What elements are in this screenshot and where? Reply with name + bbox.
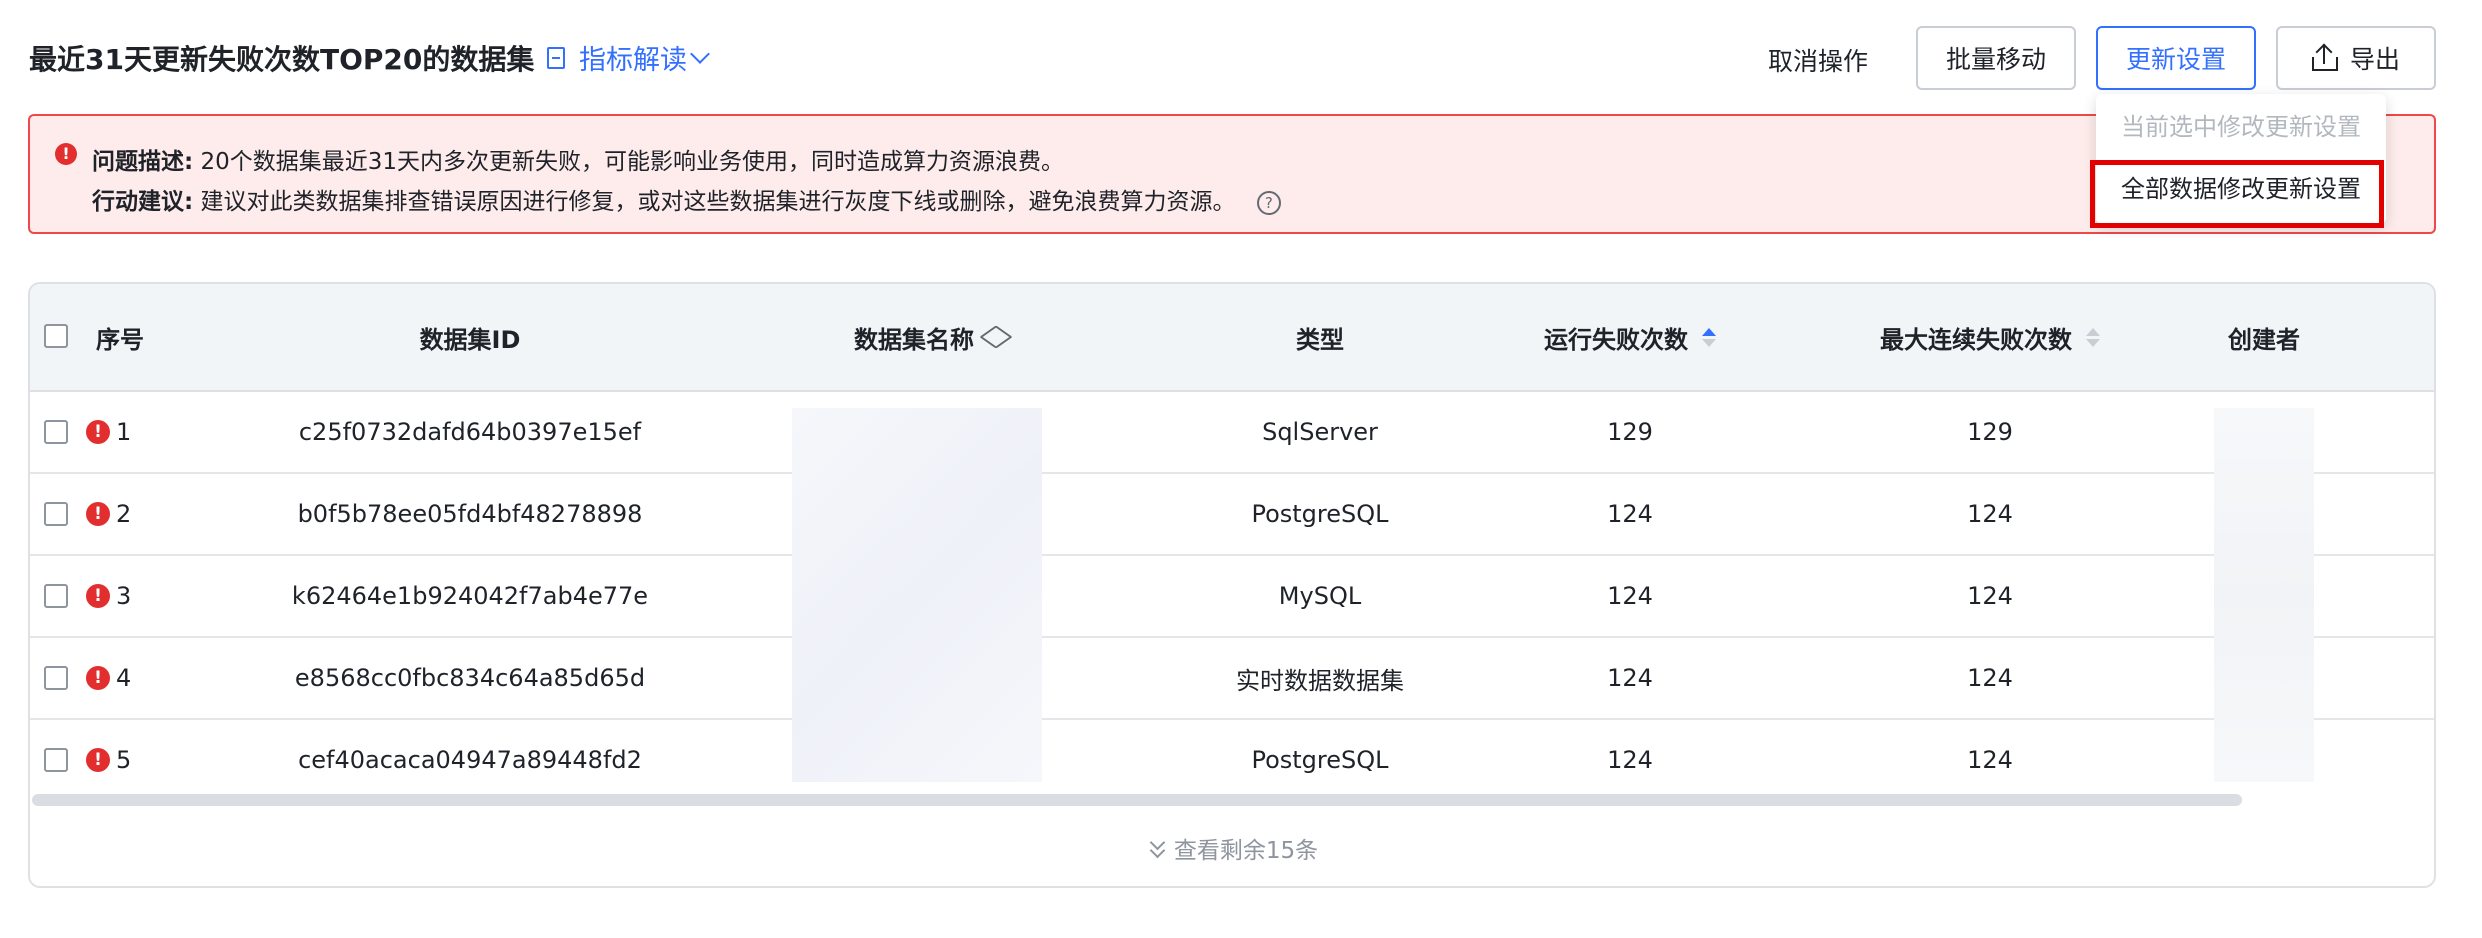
problem-alert: ! 问题描述: 20个数据集最近31天内多次更新失败，可能影响业务使用，同时造成… — [28, 114, 2436, 234]
dataset-id: b0f5b78ee05fd4bf48278898 — [297, 500, 643, 528]
col-type: 类型 — [1296, 325, 1344, 354]
dataset-type: SqlServer — [1262, 418, 1378, 446]
highlight-box — [2090, 160, 2384, 228]
horizontal-scrollbar[interactable] — [32, 794, 2242, 806]
error-icon: ! — [86, 666, 110, 690]
error-icon: ! — [86, 502, 110, 526]
row-index: ! 4 — [86, 638, 166, 718]
col-dataset-id: 数据集ID — [419, 325, 521, 354]
row-checkbox[interactable] — [44, 420, 68, 444]
max-consecutive-fail: 124 — [1967, 500, 2013, 528]
batch-move-button[interactable]: 批量移动 — [1916, 26, 2076, 90]
max-consecutive-fail: 124 — [1967, 582, 2013, 610]
row-index: ! 3 — [86, 556, 166, 636]
export-label: 导出 — [2349, 45, 2400, 74]
select-all-checkbox[interactable] — [44, 324, 68, 348]
dataset-type: 实时数据数据集 — [1236, 666, 1404, 695]
table-row: ! 3 k62464e1b924042f7ab4e77e MySQL 124 12… — [30, 556, 2434, 638]
export-button[interactable]: 导出 — [2276, 26, 2436, 90]
dataset-id: k62464e1b924042f7ab4e77e — [291, 582, 649, 610]
fail-count: 124 — [1607, 746, 1653, 774]
col-max-consecutive-label: 最大连续失败次数 — [1880, 325, 2072, 354]
problem-label: 问题描述: — [92, 149, 194, 175]
max-consecutive-fail: 124 — [1967, 746, 2013, 774]
cancel-operation-button[interactable]: 取消操作 — [1768, 42, 1868, 78]
chevron-down-icon — [690, 43, 710, 64]
fail-count: 124 — [1607, 664, 1653, 692]
update-settings-button[interactable]: 更新设置 — [2096, 26, 2256, 90]
book-icon — [547, 46, 565, 69]
row-checkbox[interactable] — [44, 748, 68, 772]
show-more-button[interactable]: 查看剩余15条 — [30, 808, 2434, 886]
fail-count: 124 — [1607, 582, 1653, 610]
col-index: 序号 — [96, 325, 144, 354]
fail-count: 129 — [1607, 418, 1653, 446]
table-row: ! 4 e8568cc0fbc834c64a85d65d 实时数据数据集 124 … — [30, 638, 2434, 720]
col-dataset-name-label: 数据集名称 — [854, 325, 974, 354]
col-fail-count-label: 运行失败次数 — [1544, 325, 1688, 354]
row-index: ! 1 — [86, 392, 166, 472]
menu-item-modify-selected[interactable]: 当前选中修改更新设置 — [2096, 94, 2386, 154]
dataset-type: PostgreSQL — [1251, 746, 1389, 774]
dataset-id: c25f0732dafd64b0397e15ef — [298, 418, 642, 446]
dataset-type: PostgreSQL — [1251, 500, 1389, 528]
table-row: ! 1 c25f0732dafd64b0397e15ef SqlServer 12… — [30, 392, 2434, 474]
row-checkbox[interactable] — [44, 502, 68, 526]
show-more-label: 查看剩余15条 — [1173, 838, 1319, 864]
alert-problem-line: 问题描述: 20个数据集最近31天内多次更新失败，可能影响业务使用，同时造成算力… — [92, 142, 1064, 176]
action-text: 建议对此类数据集排查错误原因进行修复，或对这些数据集进行灰度下线或删除，避免浪费… — [200, 189, 1236, 215]
send-icon[interactable] — [979, 325, 1013, 349]
problem-text: 20个数据集最近31天内多次更新失败，可能影响业务使用，同时造成算力资源浪费。 — [200, 149, 1065, 175]
indicator-label: 指标解读 — [579, 45, 687, 76]
dataset-name-redacted — [792, 408, 1042, 782]
error-icon: ! — [86, 584, 110, 608]
creator-redacted — [2214, 408, 2314, 782]
error-icon: ! — [86, 748, 110, 772]
export-icon — [2311, 43, 2338, 71]
col-fail-count[interactable]: 运行失败次数 — [1450, 284, 1810, 390]
row-index: ! 2 — [86, 474, 166, 554]
fail-count: 124 — [1607, 500, 1653, 528]
dataset-type: MySQL — [1278, 582, 1362, 610]
indicator-interpretation-link[interactable]: 指标解读 — [547, 38, 710, 77]
dataset-id: cef40acaca04947a89448fd2 — [298, 746, 642, 774]
action-label: 行动建议: — [92, 189, 194, 215]
max-consecutive-fail: 129 — [1967, 418, 2013, 446]
error-icon: ! — [86, 420, 110, 444]
alert-action-line: 行动建议: 建议对此类数据集排查错误原因进行修复，或对这些数据集进行灰度下线或删… — [92, 182, 1281, 216]
error-icon: ! — [55, 143, 77, 165]
row-checkbox[interactable] — [44, 666, 68, 690]
table-row: ! 5 cef40acaca04947a89448fd2 PostgreSQL 1… — [30, 720, 2434, 800]
sort-icon[interactable] — [2086, 327, 2100, 347]
table-row: ! 2 b0f5b78ee05fd4bf48278898 PostgreSQL 1… — [30, 474, 2434, 556]
dataset-id: e8568cc0fbc834c64a85d65d — [294, 664, 646, 692]
col-dataset-name: 数据集名称 — [750, 284, 1110, 390]
table-header: 序号 数据集ID 数据集名称 类型 运行失败次数 最大连续失败次数 创建者 — [30, 284, 2434, 392]
max-consecutive-fail: 124 — [1967, 664, 2013, 692]
col-creator: 创建者 — [2228, 325, 2300, 354]
sort-icon[interactable] — [1702, 327, 1716, 347]
double-chevron-down-icon — [1149, 834, 1166, 859]
dataset-table: 序号 数据集ID 数据集名称 类型 运行失败次数 最大连续失败次数 创建者 ! 1… — [28, 282, 2436, 888]
col-max-consecutive[interactable]: 最大连续失败次数 — [1810, 284, 2170, 390]
help-icon[interactable]: ? — [1256, 190, 1281, 215]
row-checkbox[interactable] — [44, 584, 68, 608]
page-title: 最近31天更新失败次数TOP20的数据集 — [29, 43, 535, 76]
row-index: ! 5 — [86, 720, 166, 800]
